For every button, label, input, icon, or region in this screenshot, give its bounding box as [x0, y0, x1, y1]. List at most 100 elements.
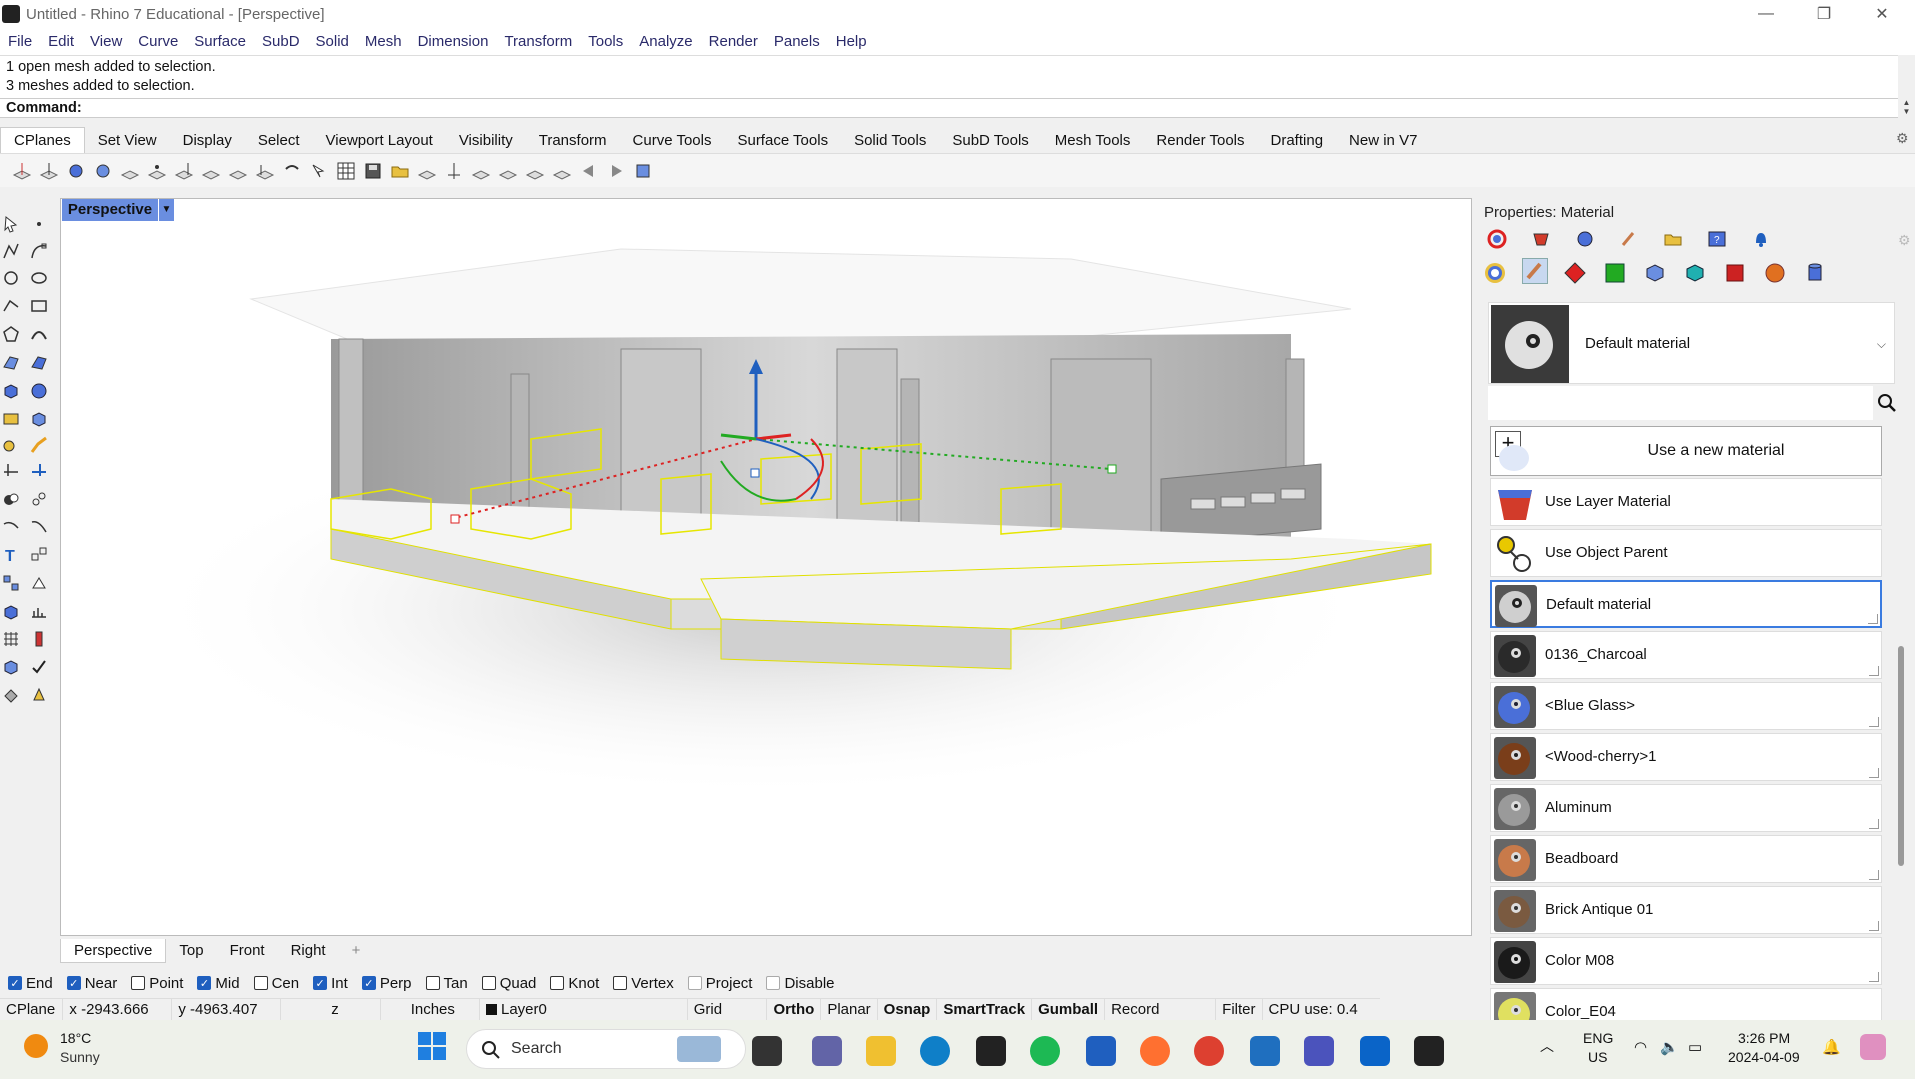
- menu-panels[interactable]: Panels: [766, 33, 828, 50]
- tab-cplanes[interactable]: CPlanes: [0, 127, 85, 154]
- cplane-view-icon[interactable]: [200, 160, 222, 182]
- menu-view[interactable]: View: [82, 33, 130, 50]
- osnap-int[interactable]: ✓ Int: [313, 975, 348, 992]
- join-icon[interactable]: [28, 488, 50, 510]
- menu-tools[interactable]: Tools: [580, 33, 631, 50]
- cplane-undo-icon[interactable]: [281, 160, 303, 182]
- display-icon[interactable]: [1572, 226, 1598, 252]
- object-properties-icon[interactable]: [1484, 226, 1510, 252]
- material-row[interactable]: Color_E04: [1490, 988, 1882, 1020]
- select-arrow-icon[interactable]: [0, 213, 22, 235]
- cplane-ortho-icon[interactable]: [443, 160, 465, 182]
- analyze-icon[interactable]: [28, 601, 50, 623]
- text-icon[interactable]: T: [0, 544, 22, 566]
- command-line[interactable]: Command:: [0, 98, 1898, 118]
- outlook-icon[interactable]: [1360, 1036, 1390, 1066]
- boolean-icon[interactable]: [0, 488, 22, 510]
- dimension-icon[interactable]: [28, 544, 50, 566]
- viewport[interactable]: [60, 198, 1472, 936]
- osnap-cen[interactable]: Cen: [253, 975, 299, 992]
- status-units[interactable]: Inches: [381, 998, 480, 1021]
- cplane-world-front-icon[interactable]: [497, 160, 519, 182]
- viewport-title-tab[interactable]: Perspective: [62, 199, 158, 221]
- cplane-perp-icon[interactable]: [551, 160, 573, 182]
- weather-temp[interactable]: 18°C: [60, 1030, 91, 1046]
- command-scroll-icon[interactable]: ▲ ▼: [1898, 98, 1915, 118]
- status-planar[interactable]: Planar: [821, 998, 878, 1021]
- status-cplane[interactable]: CPlane: [0, 998, 64, 1021]
- teams-chat-icon[interactable]: [812, 1036, 842, 1066]
- freeform-icon[interactable]: [28, 323, 50, 345]
- notification-icon[interactable]: 🔔: [1822, 1038, 1841, 1056]
- sun-weather-icon[interactable]: [24, 1034, 48, 1058]
- search-icon[interactable]: [1875, 388, 1899, 418]
- folder-icon[interactable]: [1660, 226, 1686, 252]
- fillet-icon[interactable]: [28, 434, 50, 456]
- chevron-up-icon[interactable]: ︿: [1540, 1036, 1554, 1056]
- texture-icon[interactable]: [1562, 260, 1588, 286]
- sphere-icon[interactable]: [28, 380, 50, 402]
- tab-top[interactable]: Top: [166, 939, 216, 962]
- osnap-disable[interactable]: Disable: [766, 975, 835, 992]
- menu-file[interactable]: File: [0, 33, 40, 50]
- house-model[interactable]: [61, 199, 1472, 936]
- use-new-material-button[interactable]: + Use a new material: [1490, 426, 1882, 476]
- osnap-vertex[interactable]: Vertex: [613, 975, 674, 992]
- point-icon[interactable]: [28, 213, 50, 235]
- tab-transform[interactable]: Transform: [526, 128, 620, 154]
- cplane-z-icon[interactable]: [173, 160, 195, 182]
- language-top[interactable]: ENG: [1583, 1030, 1613, 1046]
- volume-icon[interactable]: 🔈: [1660, 1038, 1679, 1056]
- split-icon[interactable]: [28, 458, 50, 480]
- polyline-icon[interactable]: [0, 240, 22, 262]
- osnap-point[interactable]: Point: [131, 975, 183, 992]
- osnap-project[interactable]: Project: [687, 975, 752, 992]
- cplane-object-icon[interactable]: [65, 160, 87, 182]
- spotify-icon[interactable]: [1030, 1036, 1060, 1066]
- decal-icon[interactable]: [1602, 260, 1628, 286]
- battery-icon[interactable]: ▭: [1688, 1038, 1702, 1056]
- tab-viewport-layout[interactable]: Viewport Layout: [313, 128, 446, 154]
- custom-mesh-icon[interactable]: [1682, 260, 1708, 286]
- status-osnap[interactable]: Osnap: [878, 998, 938, 1021]
- material-row[interactable]: <Blue Glass>: [1490, 682, 1882, 730]
- grid-icon[interactable]: [335, 160, 357, 182]
- box-icon[interactable]: [0, 380, 22, 402]
- surface-corner-icon[interactable]: [0, 351, 22, 373]
- rectangle-icon[interactable]: [28, 295, 50, 317]
- clock-date[interactable]: 2024-04-09: [1728, 1049, 1800, 1065]
- tab-display[interactable]: Display: [170, 128, 245, 154]
- solid-icon[interactable]: [0, 601, 22, 623]
- tab-render-tools[interactable]: Render Tools: [1143, 128, 1257, 154]
- current-material-selector[interactable]: Default material ⌵: [1488, 302, 1895, 384]
- clock-time[interactable]: 3:26 PM: [1738, 1030, 1790, 1046]
- material-row[interactable]: Use Object Parent: [1490, 529, 1882, 577]
- rhino-active-icon[interactable]: [1414, 1036, 1444, 1066]
- cplane-prev-icon[interactable]: [578, 160, 600, 182]
- trim-icon[interactable]: [0, 458, 22, 480]
- tab-solid-tools[interactable]: Solid Tools: [841, 128, 939, 154]
- blend-icon[interactable]: [28, 516, 50, 538]
- cplane-surface-icon[interactable]: [92, 160, 114, 182]
- cplane-select-icon[interactable]: [308, 160, 330, 182]
- open-folder-icon[interactable]: [389, 160, 411, 182]
- osnap-perp[interactable]: ✓ Perp: [361, 975, 412, 992]
- mapping-icon[interactable]: [1642, 260, 1668, 286]
- edge-icon[interactable]: [920, 1036, 950, 1066]
- menu-surface[interactable]: Surface: [186, 33, 254, 50]
- brush-icon[interactable]: [1616, 226, 1642, 252]
- tab-curve-tools[interactable]: Curve Tools: [620, 128, 725, 154]
- file-explorer-icon[interactable]: [866, 1036, 896, 1066]
- status-ortho[interactable]: Ortho: [767, 998, 822, 1021]
- panel-settings-icon[interactable]: ⚙: [1898, 232, 1911, 249]
- notification-bell-icon[interactable]: [1748, 226, 1774, 252]
- osnap-near[interactable]: ✓ Near: [66, 975, 117, 992]
- check-icon[interactable]: [28, 656, 50, 678]
- material-row[interactable]: Aluminum: [1490, 784, 1882, 832]
- gear-icon[interactable]: ⚙: [1896, 130, 1912, 146]
- tab-subd-tools[interactable]: SubD Tools: [939, 128, 1041, 154]
- polygon-icon[interactable]: [0, 323, 22, 345]
- mesh-icon[interactable]: [0, 408, 22, 430]
- menu-dimension[interactable]: Dimension: [410, 33, 497, 50]
- save-cplane-icon[interactable]: [362, 160, 384, 182]
